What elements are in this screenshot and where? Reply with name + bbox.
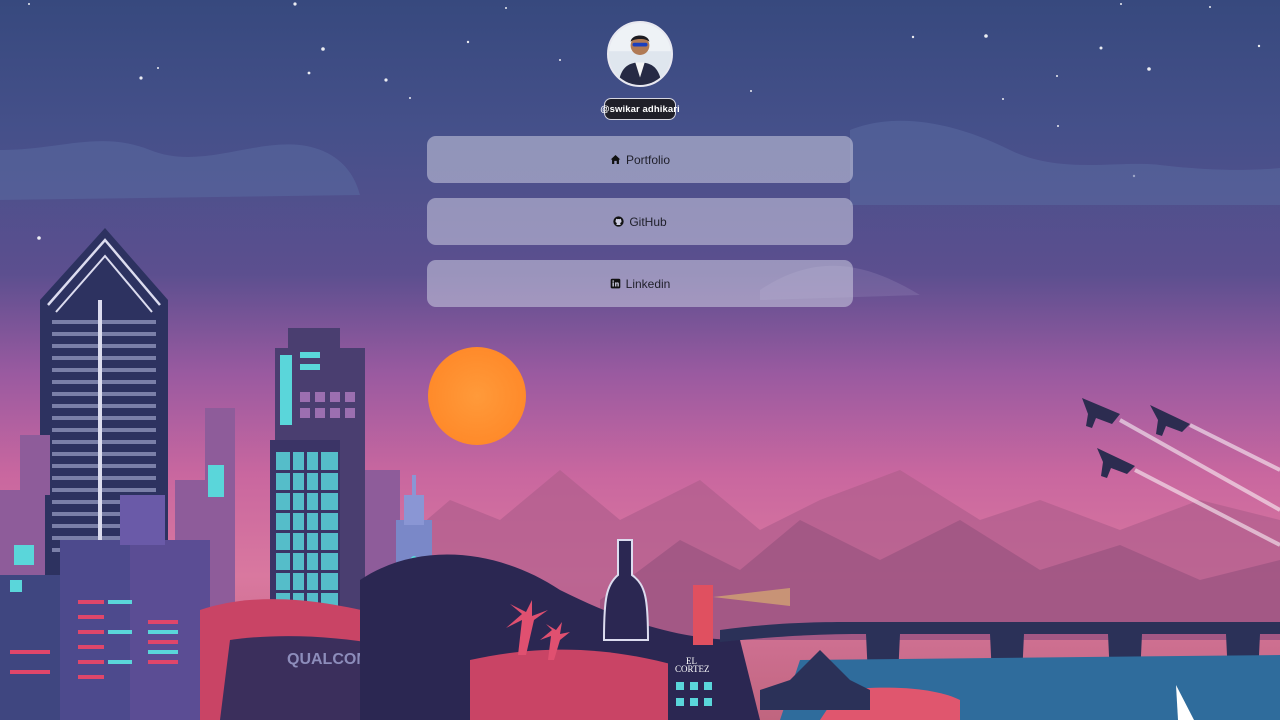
username-handle: @swikar adhikari xyxy=(600,98,680,120)
profile-avatar xyxy=(607,21,673,87)
github-link-button[interactable]: GitHub xyxy=(427,198,853,245)
portfolio-link-button[interactable]: Portfolio xyxy=(427,136,853,183)
linkedin-link-button[interactable]: Linkedin xyxy=(427,260,853,307)
github-icon xyxy=(613,216,624,227)
portfolio-link-label: Portfolio xyxy=(625,152,671,167)
home-icon xyxy=(610,154,621,165)
github-link-label: GitHub xyxy=(629,214,667,229)
linkedin-link-label: Linkedin xyxy=(625,276,671,291)
linkedin-icon xyxy=(610,278,621,289)
